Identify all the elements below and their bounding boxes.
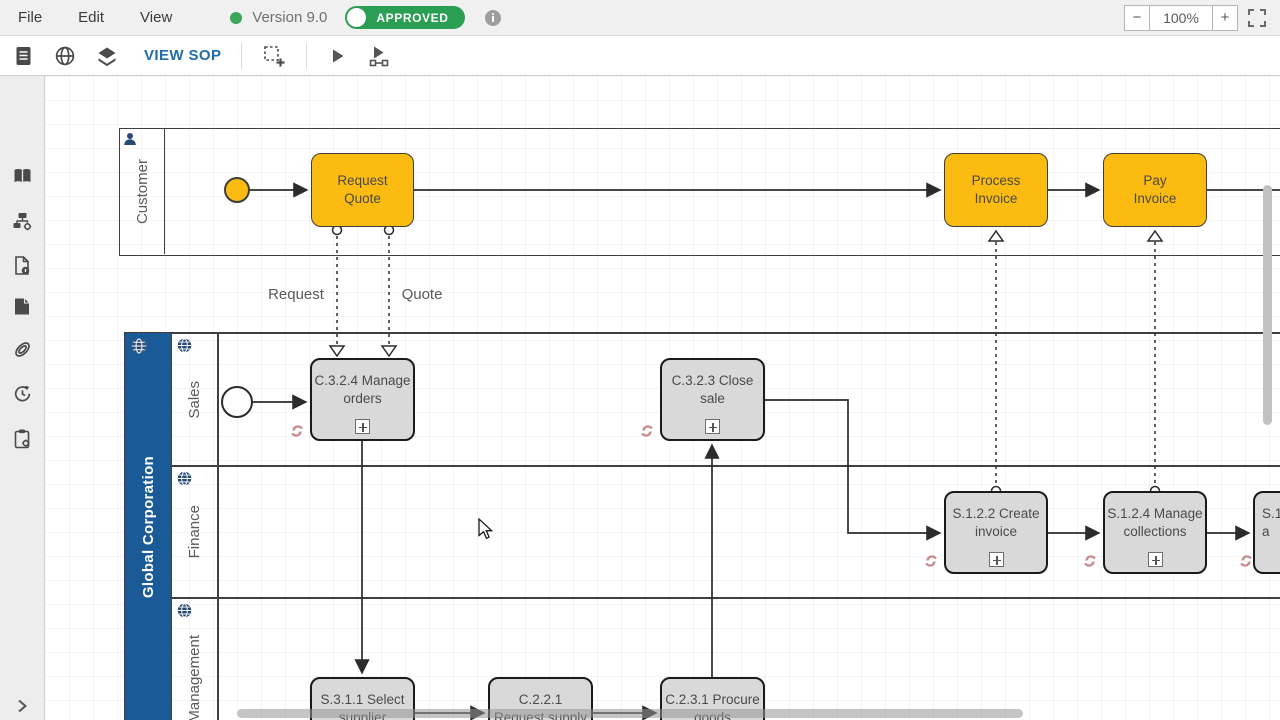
play-process-icon[interactable] xyxy=(367,44,391,68)
document-report-icon[interactable] xyxy=(13,45,34,67)
layers-icon[interactable] xyxy=(96,45,118,67)
diagram-toolbar: VIEW SOP xyxy=(0,36,1280,76)
task-label: S.1 a xyxy=(1262,505,1280,541)
view-sop-button[interactable]: VIEW SOP xyxy=(144,47,221,64)
play-icon[interactable] xyxy=(327,46,347,66)
start-event-customer[interactable] xyxy=(224,177,250,203)
task-pay-invoice[interactable]: Pay Invoice xyxy=(1103,153,1207,227)
globe-icon[interactable] xyxy=(54,45,76,67)
loop-icon-partial xyxy=(1239,554,1253,573)
expand-marker-close-sale[interactable] xyxy=(705,419,720,434)
task-label: Request Quote xyxy=(337,172,387,208)
approved-toggle[interactable]: APPROVED xyxy=(345,6,465,29)
task-process-invoice[interactable]: Process Invoice xyxy=(944,153,1048,227)
task-label: C.3.2.4 Manage orders xyxy=(314,372,410,408)
message-label-request: Request xyxy=(251,286,341,303)
lane-divider-sales-finance xyxy=(172,465,1280,467)
sidebar-expand-chevron[interactable] xyxy=(15,698,29,719)
lane-sales-label: Sales xyxy=(186,381,203,419)
task-label: Pay Invoice xyxy=(1134,172,1177,208)
task-label: S.1.2.2 Create invoice xyxy=(952,505,1039,541)
horizontal-scrollbar[interactable] xyxy=(237,709,1023,718)
history-icon[interactable] xyxy=(12,383,33,409)
lane-management-label: Management xyxy=(186,635,203,720)
subprocess-partial-right[interactable]: S.1 a xyxy=(1253,491,1280,574)
process-hierarchy-settings-icon[interactable] xyxy=(12,211,33,237)
loop-icon-manage-collections xyxy=(1083,554,1097,573)
expand-marker-create-invoice[interactable] xyxy=(989,552,1004,567)
zoom-out-button[interactable]: − xyxy=(1124,5,1149,31)
info-icon[interactable] xyxy=(485,10,501,26)
loop-icon-manage-orders xyxy=(290,424,304,443)
vertical-scrollbar[interactable] xyxy=(1263,185,1272,425)
toggle-knob xyxy=(347,8,366,27)
menu-edit[interactable]: Edit xyxy=(72,5,110,30)
task-label: C.3.2.3 Close sale xyxy=(672,372,754,408)
zoom-level: 100% xyxy=(1149,5,1213,31)
pool-corporation-label: Global Corporation xyxy=(140,456,157,598)
customer-person-icon xyxy=(123,132,137,151)
lane-divider-finance-management xyxy=(172,597,1280,599)
link-icon[interactable] xyxy=(12,339,33,365)
menu-file[interactable]: File xyxy=(12,5,48,30)
version-status-dot xyxy=(230,12,242,24)
toolbar-separator xyxy=(241,43,242,69)
fullscreen-icon[interactable] xyxy=(1248,9,1266,27)
lane-finance-label: Finance xyxy=(186,505,203,558)
loop-icon-create-invoice xyxy=(924,554,938,573)
document-icon[interactable] xyxy=(12,296,32,322)
pool-customer-label: Customer xyxy=(134,159,151,224)
loop-icon-close-sale xyxy=(640,424,654,443)
toolbar-separator xyxy=(306,43,307,69)
clipboard-settings-icon[interactable] xyxy=(12,428,32,455)
task-label: Process Invoice xyxy=(972,172,1021,208)
start-event-sales[interactable] xyxy=(221,386,253,418)
diagram-canvas[interactable]: Customer Global Corporation Sales Financ… xyxy=(45,76,1280,720)
pool-corporation-header[interactable]: Global Corporation xyxy=(124,332,172,720)
zoom-in-button[interactable]: + xyxy=(1213,5,1238,31)
status-badge: APPROVED xyxy=(376,11,448,25)
mouse-cursor xyxy=(478,518,494,540)
marquee-add-icon[interactable] xyxy=(262,44,286,68)
message-label-quote: Quote xyxy=(377,286,467,303)
lane-sales-globe-icon xyxy=(177,338,192,358)
corporation-globe-icon xyxy=(131,338,147,359)
task-label: S.1.2.4 Manage collections xyxy=(1107,505,1202,541)
pool-top-border xyxy=(172,332,1280,334)
left-sidebar xyxy=(0,76,45,720)
menu-view[interactable]: View xyxy=(134,5,178,30)
expand-marker-manage-collections[interactable] xyxy=(1148,552,1163,567)
lane-management-globe-icon xyxy=(177,603,192,623)
zoom-control: − 100% + xyxy=(1124,5,1238,31)
menubar: File Edit View Version 9.0 APPROVED − 10… xyxy=(0,0,1280,36)
message-arrowhead-down xyxy=(330,346,344,356)
task-request-quote[interactable]: Request Quote xyxy=(311,153,414,227)
message-arrowhead-down xyxy=(382,346,396,356)
document-info-icon[interactable] xyxy=(12,255,32,281)
lane-labelcol-border xyxy=(217,332,219,720)
version-label: Version 9.0 xyxy=(252,9,327,26)
lane-finance-globe-icon xyxy=(177,471,192,491)
expand-marker-manage-orders[interactable] xyxy=(355,419,370,434)
library-icon[interactable] xyxy=(12,166,33,191)
